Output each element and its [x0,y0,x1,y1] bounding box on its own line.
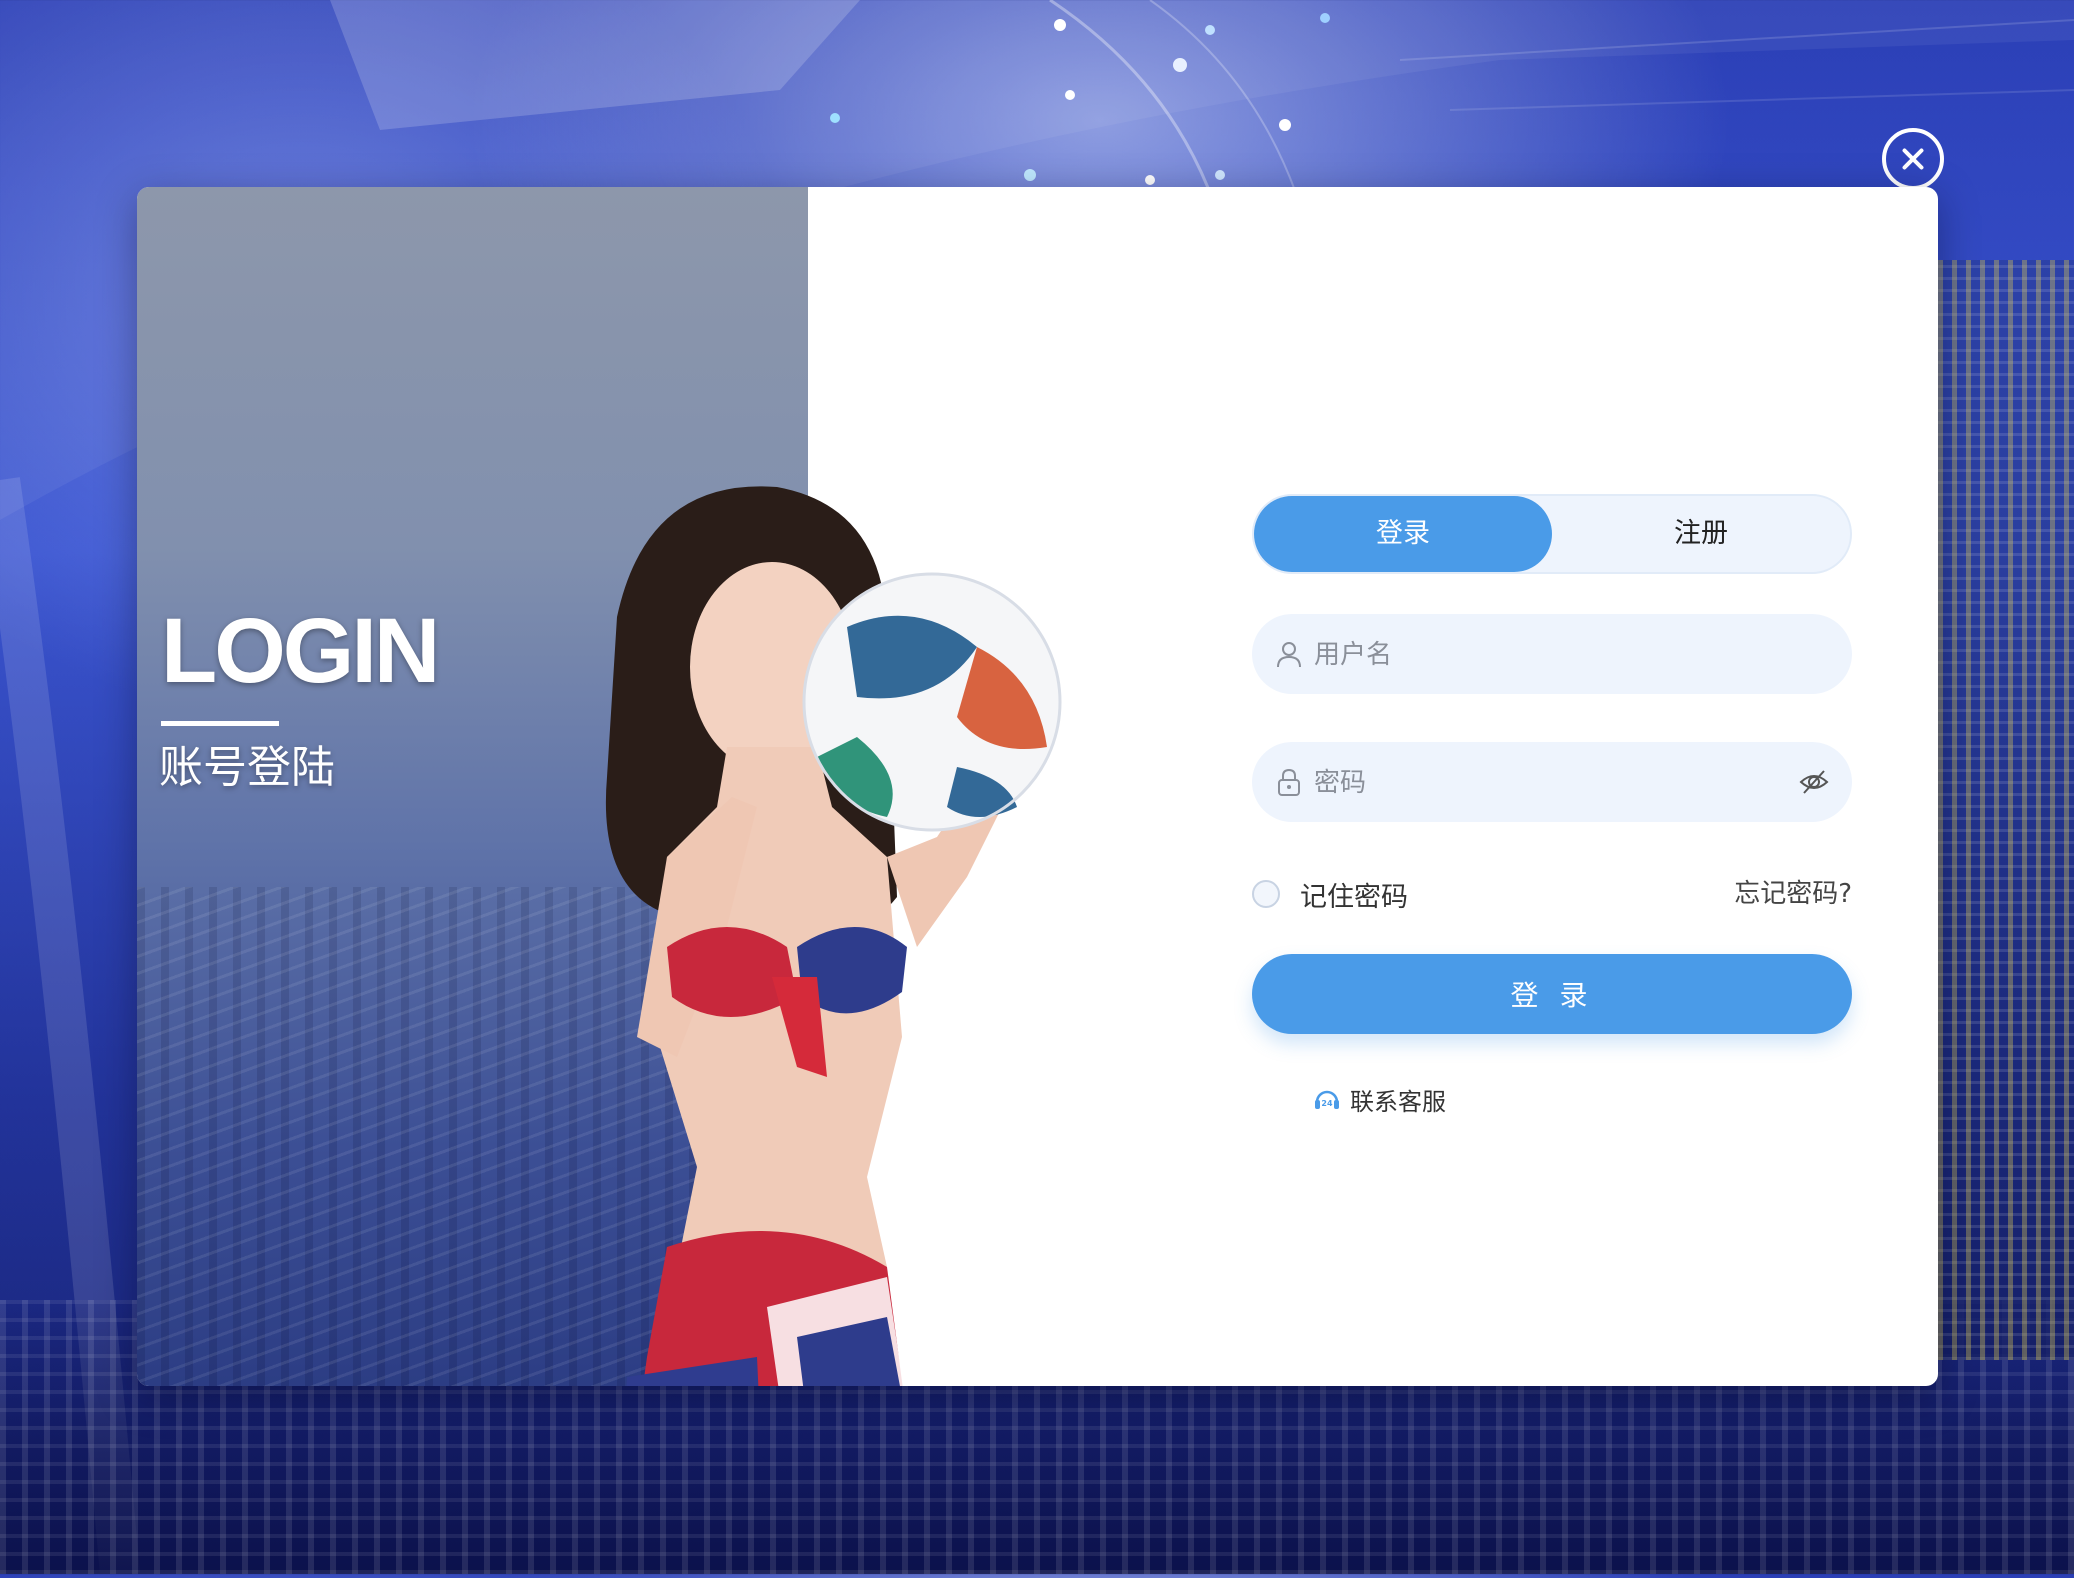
hero-heading: LOGIN [161,600,440,702]
close-icon[interactable] [1882,128,1944,190]
login-button[interactable]: 登 录 [1252,954,1852,1034]
contact-support-label: 联系客服 [1350,1088,1446,1116]
remember-checkbox[interactable] [1252,880,1280,908]
tab-login[interactable]: 登录 [1254,496,1552,572]
username-input[interactable] [1312,614,1786,696]
eye-off-icon[interactable] [1798,766,1830,798]
lock-icon [1278,768,1300,796]
stands-background [1938,260,2074,1360]
auth-tabs: 登录 注册 [1252,494,1852,574]
login-modal: LOGIN 账号登陆 登录 注册 用户名 记住密码 忘记密码? 登 录 24 联… [137,187,1938,1386]
username-field[interactable] [1252,614,1852,696]
contact-support-link[interactable]: 24 联系客服 [1312,1082,1446,1117]
hero-divider [161,721,279,726]
forgot-password-link[interactable]: 忘记密码? [1734,874,1852,914]
model-holding-soccer-ball [605,486,1062,1386]
hero-subheading: 账号登陆 [159,742,335,793]
headset-24-icon: 24 [1315,1090,1339,1109]
user-icon [1277,642,1301,668]
password-input[interactable] [1312,742,1786,824]
tab-register[interactable]: 注册 [1552,496,1850,572]
svg-text:24: 24 [1321,1099,1333,1108]
remember-password[interactable]: 记住密码 [1252,874,1408,914]
password-field[interactable] [1252,742,1852,824]
remember-label: 记住密码 [1300,881,1408,913]
